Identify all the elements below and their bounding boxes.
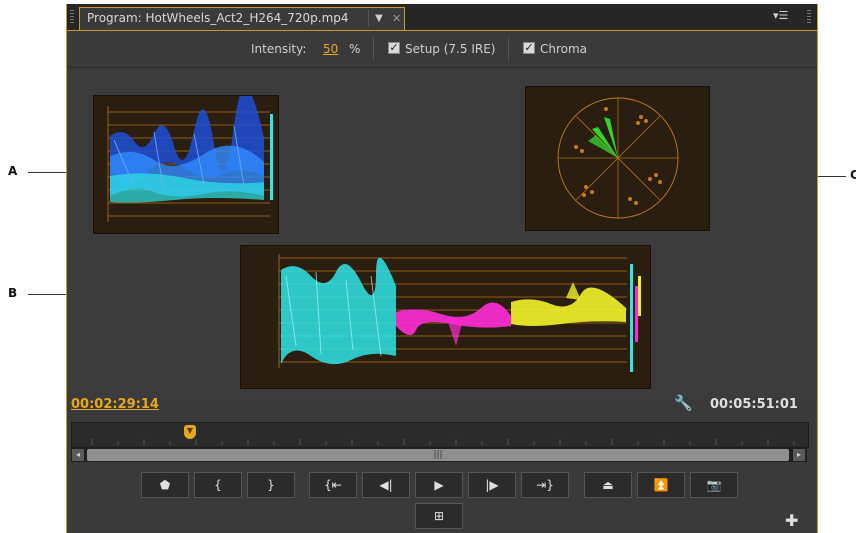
intensity-unit: % xyxy=(349,42,361,56)
lift-button[interactable]: ⏏ xyxy=(584,472,632,498)
callout-c: C xyxy=(850,168,856,182)
program-viewer[interactable] xyxy=(67,68,817,398)
panel-grip-right[interactable] xyxy=(807,10,811,24)
step-forward-icon: |▶ xyxy=(485,478,499,492)
play-button[interactable]: ▶ xyxy=(415,472,463,498)
duration-timecode: 00:05:51:01 xyxy=(710,397,798,412)
current-timecode[interactable]: 00:02:29:14 xyxy=(71,397,159,412)
safe-margins-icon: ⊞ xyxy=(433,509,445,523)
setup-label: Setup (7.5 IRE) xyxy=(405,42,496,56)
go-to-out-button[interactable]: ⇥} xyxy=(521,472,569,498)
tab-bar: Program: HotWheels_Act2_H264_720p.mp4 ▼ … xyxy=(67,4,817,31)
dropdown-arrow-icon[interactable]: ▼ xyxy=(368,10,389,27)
mark-out-icon: } xyxy=(267,478,275,492)
program-monitor-panel: Program: HotWheels_Act2_H264_720p.mp4 ▼ … xyxy=(66,4,818,533)
go-to-in-button[interactable]: {⇤ xyxy=(309,472,357,498)
rgb-parade-graphic xyxy=(278,254,641,372)
play-icon: ▶ xyxy=(434,478,444,492)
playhead-icon[interactable]: ▼ xyxy=(184,425,196,439)
callout-b: B xyxy=(8,286,18,300)
chroma-checkbox[interactable]: ✓ xyxy=(523,42,535,54)
go-to-in-icon: {⇤ xyxy=(324,478,342,492)
intensity-label: Intensity: xyxy=(251,42,307,56)
time-ruler-ticks xyxy=(91,439,795,445)
mark-in-button[interactable]: { xyxy=(194,472,242,498)
zoom-scrollbar[interactable]: ◂ ||| ▸ xyxy=(71,448,807,462)
intensity-value[interactable]: 50 xyxy=(323,42,338,56)
yc-waveform-scope xyxy=(93,88,279,234)
wrench-icon[interactable]: 🔧 xyxy=(674,394,693,412)
scroll-right-handle[interactable]: ▸ xyxy=(793,449,805,461)
mark-in-icon: { xyxy=(214,478,222,492)
callout-a: A xyxy=(8,164,18,178)
export-frame-button[interactable]: 📷 xyxy=(690,472,738,498)
safe-margins-button[interactable]: ⊞ xyxy=(415,503,463,529)
step-back-button[interactable]: ◀| xyxy=(362,472,410,498)
yc-waveform-graphic xyxy=(107,88,273,222)
camera-icon: 📷 xyxy=(706,478,722,492)
setup-checkbox[interactable]: ✓ xyxy=(388,42,400,54)
toolbar-separator xyxy=(373,37,374,61)
step-forward-button[interactable]: |▶ xyxy=(468,472,516,498)
rgb-parade-scope xyxy=(240,245,651,389)
extract-icon: ⏫ xyxy=(653,478,669,492)
step-back-icon: ◀| xyxy=(379,478,393,492)
time-ruler[interactable]: ▼ xyxy=(71,422,809,448)
lift-icon: ⏏ xyxy=(602,478,614,492)
extract-button[interactable]: ⏫ xyxy=(637,472,685,498)
go-to-out-icon: ⇥} xyxy=(536,478,554,492)
vectorscope-graphic xyxy=(557,97,679,219)
mark-out-button[interactable]: } xyxy=(247,472,295,498)
toolbar-separator xyxy=(508,37,509,61)
chroma-label: Chroma xyxy=(540,42,588,56)
add-button-icon[interactable]: ✚ xyxy=(785,511,798,530)
panel-menu-icon[interactable]: ▾☰ xyxy=(773,9,788,23)
close-icon[interactable]: ✕ xyxy=(392,10,401,27)
add-marker-button[interactable]: ⬟ xyxy=(141,472,189,498)
vectorscope-scope xyxy=(525,86,710,231)
scroll-left-handle[interactable]: ◂ xyxy=(72,449,84,461)
marker-icon: ⬟ xyxy=(159,478,171,492)
scroll-thumb[interactable]: ||| xyxy=(87,449,789,461)
tab-program[interactable]: Program: HotWheels_Act2_H264_720p.mp4 ▼ … xyxy=(79,7,405,30)
tab-title: Program: HotWheels_Act2_H264_720p.mp4 xyxy=(87,11,349,25)
scopes-toolbar: Intensity: 50 % ✓ Setup (7.5 IRE) ✓ Chro… xyxy=(67,31,817,68)
panel-grip-left[interactable] xyxy=(70,10,74,24)
